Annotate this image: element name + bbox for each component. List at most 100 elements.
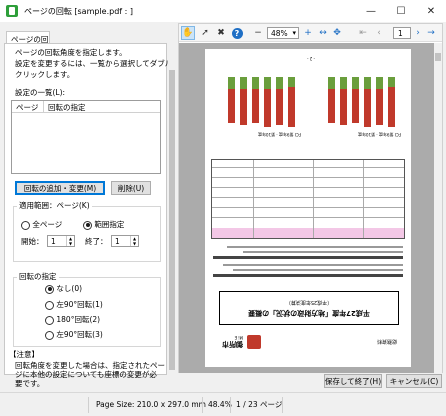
text-line bbox=[213, 256, 403, 259]
pointer-tool-icon[interactable]: ➚ bbox=[199, 26, 211, 40]
chart-caption-left: FCI 第9年度 · 第10年度 bbox=[358, 132, 401, 137]
first-page-icon[interactable]: ⇤ bbox=[357, 26, 369, 40]
all-pages-label: 全ページ bbox=[32, 220, 63, 229]
chart-bar bbox=[364, 77, 371, 89]
heading-subtitle: （平成25年度決算） bbox=[285, 299, 333, 305]
rotation-left90-radio[interactable] bbox=[45, 300, 54, 310]
status-divider bbox=[88, 397, 89, 413]
chart-bar bbox=[264, 77, 271, 89]
chart-bar bbox=[352, 77, 359, 89]
data-table bbox=[211, 159, 405, 239]
note-line-3: 要です。 bbox=[15, 379, 45, 388]
save-and-close-button[interactable]: 保存して終了(H) bbox=[324, 374, 382, 388]
status-divider bbox=[230, 397, 231, 413]
zoom-in-icon[interactable]: + bbox=[303, 26, 313, 40]
chart-bar bbox=[288, 87, 295, 127]
chart-bar bbox=[240, 89, 247, 125]
heading-title: 平成27年度「地方財政の状況」の概要 bbox=[248, 309, 370, 317]
page-number-input[interactable]: 1 bbox=[393, 27, 411, 39]
rotation-180-label: 180°回転(2) bbox=[56, 315, 101, 324]
text-line bbox=[213, 274, 403, 277]
window-title: ページの回転 [sample.pdf : ] bbox=[24, 7, 134, 16]
delete-icon[interactable]: ✖ bbox=[215, 26, 227, 40]
chart-bar bbox=[288, 77, 295, 87]
chart-bar bbox=[328, 77, 335, 89]
left-scrollbar-thumb[interactable] bbox=[169, 70, 175, 370]
page-marker: - 2 - bbox=[307, 56, 315, 61]
zoom-value: 48% bbox=[271, 29, 288, 38]
chart-bar bbox=[228, 77, 235, 89]
minimize-button[interactable]: — bbox=[356, 0, 386, 22]
description-line-1: ページの回転角度を指定します。 bbox=[15, 48, 127, 57]
next-page-icon[interactable]: › bbox=[413, 26, 423, 40]
scope-group bbox=[13, 206, 161, 262]
rotated-page-content: 総務資料 御所市 Mi E 平成27年度「地方財政の状況」の概要 （平成25年度… bbox=[205, 49, 411, 367]
range-option[interactable]: 範囲指定 bbox=[83, 220, 124, 230]
left-panel-scrollbar[interactable] bbox=[168, 52, 176, 372]
spinner-arrows-icon[interactable]: ▲ ▼ bbox=[130, 236, 138, 246]
zoom-select[interactable]: 48% ▾ bbox=[267, 27, 299, 39]
settings-list[interactable]: ページ 回転の指定 bbox=[11, 100, 161, 174]
status-divider bbox=[202, 397, 203, 413]
chart-bar bbox=[328, 89, 335, 123]
table-row-line bbox=[212, 177, 404, 178]
end-page-value: 1 bbox=[115, 236, 120, 246]
scope-label: 適用範囲：ページ(K) bbox=[17, 201, 92, 211]
spinner-arrows-icon[interactable]: ▲ ▼ bbox=[66, 236, 74, 246]
start-page-spinner[interactable]: 1 ▲ ▼ bbox=[47, 235, 75, 247]
status-divider bbox=[282, 397, 283, 413]
table-row-line bbox=[212, 197, 404, 198]
help-icon[interactable]: ? bbox=[231, 27, 243, 39]
range-radio[interactable] bbox=[83, 220, 92, 230]
table-row-line bbox=[212, 217, 404, 218]
end-page-spinner[interactable]: 1 ▲ ▼ bbox=[111, 235, 139, 247]
footer-label: 総務資料 bbox=[376, 338, 397, 344]
viewer-scrollbar-thumb[interactable] bbox=[435, 53, 441, 61]
rotation-option-none[interactable]: なし(0) bbox=[45, 284, 82, 294]
delete-button[interactable]: 削除(U) bbox=[111, 181, 151, 195]
chart-bar bbox=[376, 77, 383, 89]
chart-bar bbox=[240, 77, 247, 89]
hand-tool-icon[interactable]: ✋ bbox=[181, 26, 195, 40]
rotation-none-radio[interactable] bbox=[45, 284, 54, 294]
fit-width-icon[interactable]: ↔ bbox=[317, 26, 329, 40]
fit-page-icon[interactable]: ✥ bbox=[331, 26, 343, 40]
viewer-scrollbar[interactable] bbox=[434, 43, 442, 373]
maximize-button[interactable]: ☐ bbox=[386, 0, 416, 22]
note-line-2: ジに本他の設定についても座標の変更が必 bbox=[15, 370, 157, 379]
page-canvas[interactable]: 総務資料 御所市 Mi E 平成27年度「地方財政の状況」の概要 （平成25年度… bbox=[179, 43, 434, 373]
all-pages-option[interactable]: 全ページ bbox=[21, 220, 62, 230]
rotation-option-left90-alt[interactable]: 左90°回転(3) bbox=[45, 330, 103, 340]
text-line bbox=[227, 246, 403, 248]
status-bar: Page Size: 210.0 x 297.0 mm 48.4% 1 / 23… bbox=[0, 392, 446, 416]
rotation-option-left90[interactable]: 左90°回転(1) bbox=[45, 300, 103, 310]
bar-chart-left: FCI 第9年度 · 第10年度 bbox=[321, 73, 401, 137]
title-bar: ページの回転 [sample.pdf : ] — ☐ ✕ bbox=[0, 0, 446, 22]
rotation-option-180[interactable]: 180°回転(2) bbox=[45, 315, 100, 325]
zoom-out-icon[interactable]: − bbox=[253, 26, 263, 40]
text-line bbox=[223, 264, 403, 266]
rotation-left90-alt-label: 左90°回転(3) bbox=[56, 330, 103, 339]
rotation-left90-alt-radio[interactable] bbox=[45, 330, 54, 340]
chart-bar bbox=[388, 77, 395, 87]
close-button[interactable]: ✕ bbox=[416, 0, 446, 22]
note-title: 【注意】 bbox=[9, 350, 39, 359]
cancel-button[interactable]: キャンセル(C) bbox=[386, 374, 442, 388]
column-rotation[interactable]: 回転の指定 bbox=[44, 101, 160, 112]
rotation-settings-panel: ページの回転 ページの回転角度を指定します。 設定を変更するには、一覧から選択し… bbox=[2, 23, 172, 388]
pdf-viewer: ✋ ➚ ✖ ? − 48% ▾ + ↔ ✥ ⇤ ‹ 1 › → 総務資料 御所市… bbox=[178, 23, 443, 373]
start-label: 開始： bbox=[21, 237, 44, 246]
all-pages-radio[interactable] bbox=[21, 220, 30, 230]
chart-bar bbox=[340, 77, 347, 89]
end-label: 終了： bbox=[85, 237, 108, 246]
table-row-line bbox=[212, 167, 404, 168]
chevron-down-icon[interactable]: ▾ bbox=[292, 29, 296, 37]
rotation-180-radio[interactable] bbox=[45, 315, 54, 325]
go-icon[interactable]: → bbox=[425, 26, 437, 40]
add-change-rotation-button[interactable]: 回転の追加・変更(M) bbox=[15, 181, 105, 195]
column-page[interactable]: ページ bbox=[12, 101, 44, 112]
prev-page-icon[interactable]: ‹ bbox=[373, 26, 385, 40]
description-line-3: クリックします。 bbox=[15, 70, 75, 79]
table-col-line bbox=[363, 160, 364, 238]
chart-bar bbox=[276, 77, 283, 89]
